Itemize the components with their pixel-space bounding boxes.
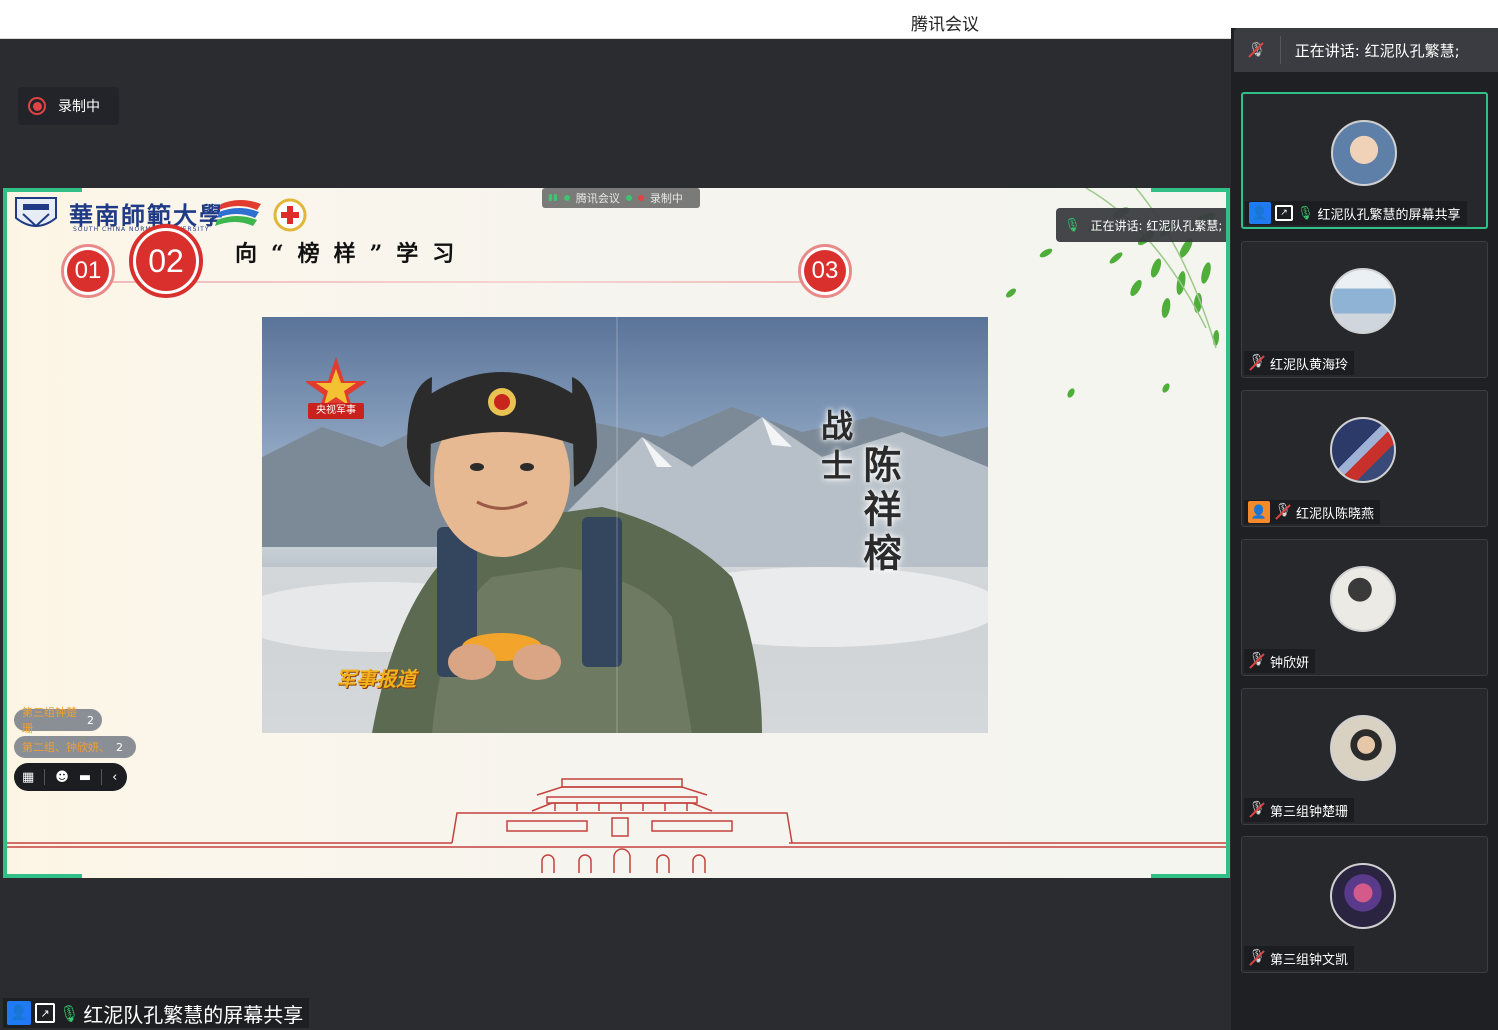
float-bar-rec: 录制中 [649,192,683,205]
flag-logo-icon [215,200,261,226]
meeting-float-bar[interactable]: ▮▮ 腾讯会议 录制中 [542,188,700,208]
share-owner-name: 红泥队孔繁慧的屏幕共享 [83,1002,304,1027]
participant-tile[interactable]: 🎙 钟欣妍 [1241,539,1488,676]
red-cross-icon [273,198,307,232]
divider [1279,36,1281,64]
signal-icon: ▮▮ [548,193,558,203]
person-icon: 👤 [1248,501,1270,523]
participant-name-tag: 🎙 红泥队黄海玲 [1244,351,1355,375]
step-02: 02 [129,224,203,298]
avatar [1330,715,1396,781]
university-emblem-icon [15,197,57,228]
speaking-label: 正在讲话: 红泥队孔繁慧; [1294,41,1460,60]
avatar [1330,268,1396,334]
slide-heading: 向“榜样”学习 [235,241,469,267]
participant-name: 第三组钟楚珊 [1270,804,1349,820]
participant-tile[interactable]: 🎙 第三组钟文凯 [1241,836,1488,973]
screen-share-icon: ↗ [1275,205,1293,221]
frame-corner [7,188,82,192]
chat-icon[interactable]: ▬ [79,770,91,785]
participant-name: 红泥队黄海玲 [1270,357,1349,373]
participant-tile[interactable]: 🎙 第三组钟楚珊 [1241,688,1488,825]
record-icon [28,97,46,115]
step-01: 01 [61,244,115,298]
mic-icon: 🎙 [1064,217,1081,233]
float-bar-app: 腾讯会议 [575,192,620,205]
status-dot-icon [625,195,632,201]
emoji-icon[interactable]: ☻ [55,770,69,785]
screen-share-icon: ↗ [35,1003,55,1023]
layout-icon[interactable]: ▦ [22,770,34,785]
step-03: 03 [798,244,852,298]
participant-tile[interactable]: 🎙 红泥队黄海玲 [1241,241,1488,378]
chat-bubble-count: 2 [116,740,123,754]
chat-bubble-sender: 第二组、钟欣妍、 [22,741,110,754]
muted-mic-icon: 🎙 [1274,503,1292,521]
inner-speaking-label: 正在讲话: 红泥队孔繁慧; [1090,218,1223,233]
mic-icon: 🎙 [1297,205,1314,221]
chat-bubble[interactable]: 第三组钟楚珊 2 [14,706,102,735]
participant-tile[interactable]: 👤 🎙 红泥队陈晓燕 [1241,390,1488,527]
participant-name-tag: 👤 🎙 红泥队陈晓燕 [1244,500,1381,524]
screen-share-owner-label: 👤 ↗ 🎙 红泥队孔繁慧的屏幕共享 [3,998,310,1028]
cctv-military-label: 央视军事 [308,403,364,419]
muted-mic-icon: 🎙 [1248,354,1266,372]
chat-bubble-sender: 第三组钟楚珊 [22,706,77,735]
participant-name-tag: 👤 ↗ 🎙 红泥队孔繁慧的屏幕共享 [1245,201,1467,225]
avatar [1330,566,1396,632]
muted-mic-icon[interactable]: 🎙 [1248,42,1266,58]
person-icon: 👤 [7,1001,31,1025]
participant-name: 红泥队孔繁慧的屏幕共享 [1317,207,1461,223]
floating-toolbar: ▦ ☻ ▬ ‹ [14,763,127,791]
muted-mic-icon: 🎙 [1248,801,1266,819]
shared-screen-stage: 录制中 華南師範大學 SOUTH CHINA NORMAL UNIVERSITY… [3,39,1230,1030]
participant-panel: 🎙 正在讲话: 红泥队孔繁慧; 👤 ↗ 🎙 红泥队孔繁慧的屏幕共享 🎙 红泥队黄… [1231,28,1498,1030]
participant-tile[interactable]: 👤 ↗ 🎙 红泥队孔繁慧的屏幕共享 [1241,92,1488,229]
recording-indicator[interactable]: 录制中 [18,87,119,125]
video-caption-name: 陈祥榕 [857,445,902,577]
inner-speaking-indicator: 🎙 正在讲话: 红泥队孔繁慧; [1056,208,1226,242]
chat-bubble[interactable]: 第二组、钟欣妍、 2 [14,736,136,758]
person-icon: 👤 [1249,202,1271,224]
shared-slide: 華南師範大學 SOUTH CHINA NORMAL UNIVERSITY 01 … [3,188,1230,878]
avatar [1330,417,1396,483]
participant-name-tag: 🎙 第三组钟楚珊 [1244,798,1355,822]
chat-bubble-count: 2 [87,713,94,727]
recording-label: 录制中 [58,99,100,115]
collapse-icon[interactable]: ‹ [112,770,117,785]
muted-mic-icon: 🎙 [1248,949,1266,967]
mic-icon: 🎙 [59,1003,80,1023]
video-still: 央视军事 战士 陈祥榕 军事报道 [262,317,988,733]
avatar [1330,863,1396,929]
divider [44,769,46,785]
participant-name: 第三组钟文凯 [1270,952,1349,968]
participant-name: 钟欣妍 [1270,655,1310,671]
status-dot-icon [563,195,570,201]
speaking-indicator: 🎙 正在讲话: 红泥队孔繁慧; [1234,28,1498,72]
participant-name: 红泥队陈晓燕 [1296,506,1375,522]
divider [101,769,103,785]
participant-name-tag: 🎙 钟欣妍 [1244,649,1316,673]
muted-mic-icon: 🎙 [1248,652,1266,670]
tiananmen-outline-decoration [7,778,1226,873]
show-logo: 军事报道 [336,667,416,691]
avatar [1331,120,1397,186]
participant-name-tag: 🎙 第三组钟文凯 [1244,946,1355,970]
record-dot-icon [637,195,644,201]
